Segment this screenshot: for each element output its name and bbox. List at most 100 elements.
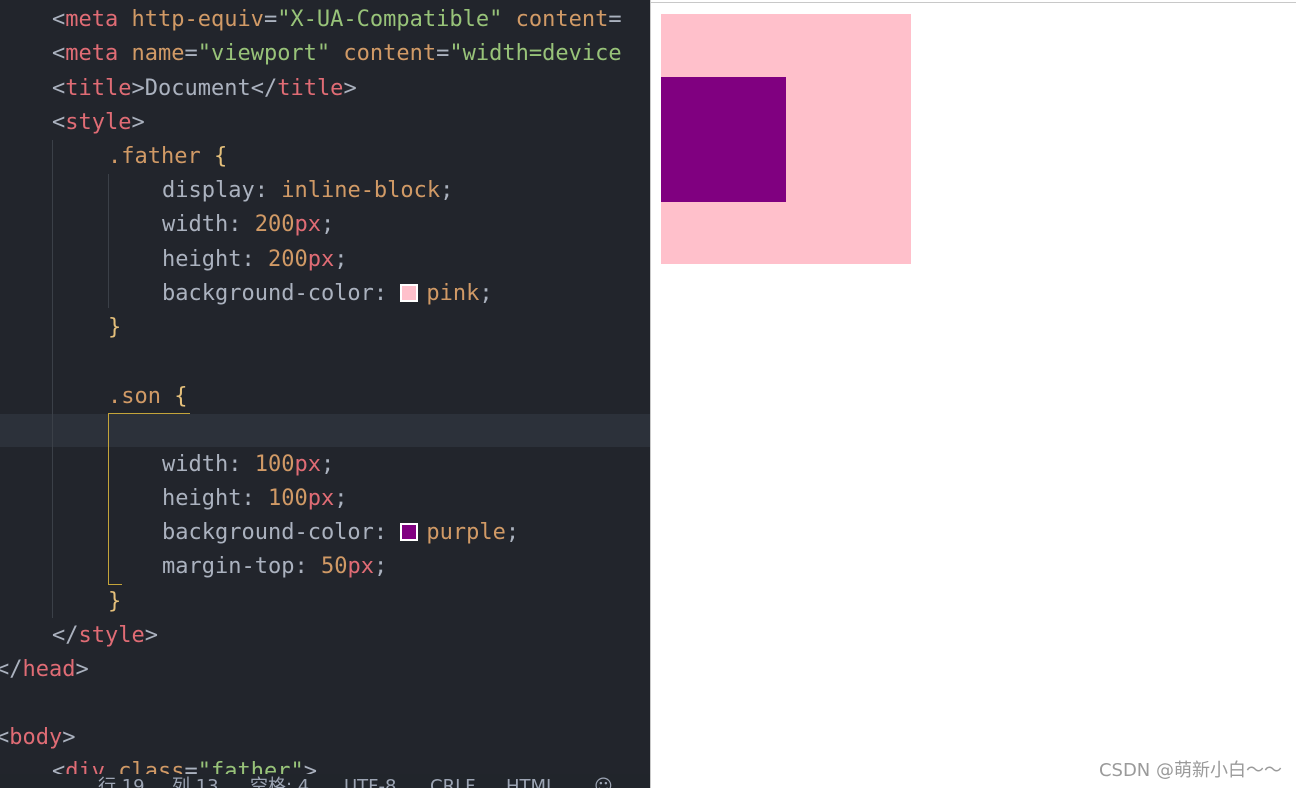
token: ; [320,452,335,477]
token: meta [65,41,119,66]
token: "width=device [449,41,622,66]
code-line[interactable]: <meta name="viewport" content="width=dev… [52,37,622,71]
token: : [254,178,282,203]
status-encoding[interactable]: UTF-8 [344,776,396,788]
token: > [343,76,357,101]
token: : [241,247,268,272]
token: </ [52,623,79,648]
token: head [22,657,76,682]
token: } [108,315,122,340]
token: background-color [162,281,374,306]
token: ; [334,247,348,272]
token: ; [440,178,454,203]
token: : [373,281,401,306]
preview-top-border [651,2,1296,3]
token: 200 [267,247,308,272]
token: < [52,7,66,32]
token: Document [144,76,251,101]
code-line[interactable]: width: 200px; [162,208,334,242]
token: = [608,7,622,32]
token: px [294,452,321,477]
token: meta [65,7,119,32]
color-swatch-purple[interactable] [400,523,419,541]
token: : [294,554,321,579]
token: ; [320,212,335,237]
status-language[interactable]: HTML [506,776,556,788]
token: } [108,589,122,614]
token: > [131,110,145,135]
color-swatch-pink[interactable] [400,284,419,302]
code-line[interactable]: height: 200px; [162,243,347,277]
token: > [131,76,145,101]
token: background-color [162,520,374,545]
active-indent-guide [108,414,109,584]
code-line[interactable]: </head> [0,653,89,687]
status-bar: 行 19 列 13 空格: 4 UTF-8 CRLF HTML ☺ [0,774,650,788]
status-column[interactable]: 列 13 [172,776,219,788]
csdn-watermark: CSDN @萌新小白～～ [1098,760,1282,781]
father-box [661,14,911,264]
token: content [330,41,437,66]
token: style [78,623,145,648]
token: title [277,76,344,101]
token: { [200,144,228,169]
token: style [65,110,132,135]
token: purple [426,520,506,545]
token: inline-block [281,178,441,203]
indent-guide [52,140,53,618]
token: </ [0,657,23,682]
token: = [263,7,278,32]
token: body [9,725,63,750]
token: = [184,41,198,66]
token: "X-UA-Compatible" [277,7,503,32]
code-line[interactable]: .father { [108,140,227,174]
token: 50 [320,554,348,579]
token: title [65,76,132,101]
code-line[interactable]: <title>Document</title> [52,72,357,106]
token: ; [479,281,493,306]
token: < [52,110,66,135]
token: name [118,41,185,66]
code-line[interactable]: } [108,585,121,619]
code-line[interactable]: </style> [52,619,158,653]
token: http-equiv [118,7,264,32]
code-editor[interactable]: <meta http-equiv="X-UA-Compatible" conte… [0,0,650,788]
token: > [75,657,89,682]
token: 100 [254,452,295,477]
token: margin-top [162,554,295,579]
code-line[interactable]: height: 100px; [162,482,347,516]
code-line[interactable]: margin-top: 50px; [162,550,387,584]
code-line[interactable]: display: inline-block; [162,174,453,208]
status-line-ending[interactable]: CRLF [430,776,475,788]
token: px [307,247,335,272]
token: content [502,7,609,32]
token: > [144,623,158,648]
token: px [307,486,335,511]
status-row[interactable]: 行 19 [98,776,145,788]
token: ; [334,486,348,511]
indent-guide [108,174,109,308]
code-line[interactable]: background-color: pink; [162,277,493,311]
code-line[interactable]: } [108,311,121,345]
token: "viewport" [197,41,331,66]
token: ; [505,520,520,545]
token: display [162,178,255,203]
token: 100 [267,486,308,511]
feedback-icon[interactable]: ☺ [594,776,613,788]
code-line[interactable]: <body> [0,721,75,755]
code-line[interactable]: .son { [108,380,187,414]
token: : [228,452,255,477]
token: < [52,41,66,66]
code-line[interactable]: <meta http-equiv="X-UA-Compatible" conte… [52,3,622,37]
token: px [294,212,321,237]
code-line[interactable]: background-color: purple; [162,516,519,550]
token: .son [108,384,161,409]
browser-preview: CSDN @萌新小白～～ [651,0,1296,788]
token: : [228,212,255,237]
token: height [162,247,242,272]
token: height [162,486,242,511]
code-line[interactable]: <style> [52,106,145,140]
code-line[interactable]: width: 100px; [162,448,334,482]
status-indentation[interactable]: 空格: 4 [250,776,309,788]
token: = [436,41,450,66]
